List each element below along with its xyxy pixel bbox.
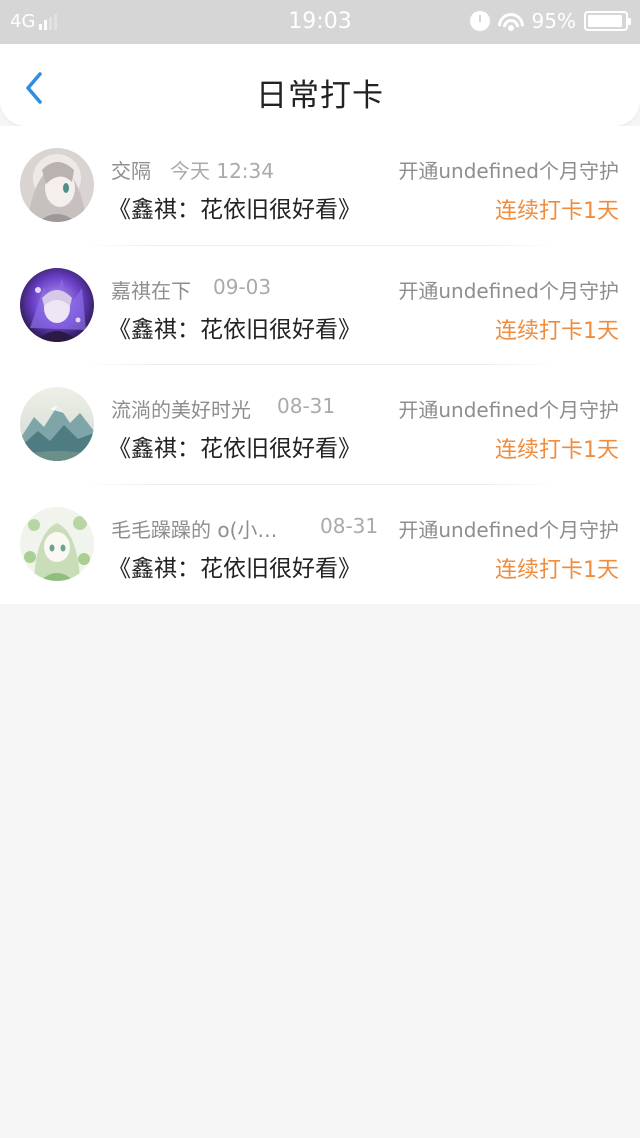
post-time: 08-31: [320, 513, 379, 538]
streak-badge: 连续打卡1天: [495, 557, 619, 583]
avatar[interactable]: [20, 148, 94, 222]
username[interactable]: 毛毛躁躁的 o(小…: [111, 514, 277, 543]
username[interactable]: 嘉祺在下: [111, 275, 191, 304]
wifi-icon: [497, 11, 524, 31]
username[interactable]: 交隔: [111, 155, 151, 184]
guard-text: 开通undefined个月守护: [398, 398, 619, 422]
checkin-content: 《鑫祺：花依旧很好看》: [108, 316, 361, 343]
streak-badge: 连续打卡1天: [495, 438, 619, 463]
post-time: 09-03: [213, 274, 272, 299]
guard-text: 开通undefined个月守护: [398, 278, 619, 303]
page-title: 日常打卡: [256, 78, 384, 114]
list-item[interactable]: 毛毛躁躁的 o(小… 08-31 开通undefined个月守护 《鑫祺：花依旧…: [0, 485, 640, 605]
avatar[interactable]: [20, 387, 94, 461]
checkin-list: 交隔 今天 12:34 开通undefined个月守护 《鑫祺：花依旧很好看》 …: [0, 126, 640, 604]
post-time: 08-31: [277, 394, 336, 418]
guard-text: 开通undefined个月守护: [398, 159, 619, 183]
list-item[interactable]: 流淌的美好时光 08-31 开通undefined个月守护 《鑫祺：花依旧很好看…: [0, 365, 640, 485]
status-right: 95%: [469, 9, 631, 33]
checkin-content: 《鑫祺：花依旧很好看》: [108, 555, 361, 582]
list-item[interactable]: 交隔 今天 12:34 开通undefined个月守护 《鑫祺：花依旧很好看》 …: [0, 126, 640, 246]
checkin-content: 《鑫祺：花依旧很好看》: [108, 436, 361, 462]
username[interactable]: 流淌的美好时光: [111, 394, 251, 423]
list-item[interactable]: 嘉祺在下 09-03 开通undefined个月守护 《鑫祺：花依旧很好看》 连…: [0, 246, 640, 365]
avatar[interactable]: [20, 506, 94, 581]
battery-icon: [584, 11, 631, 31]
streak-badge: 连续打卡1天: [495, 199, 619, 224]
streak-badge: 连续打卡1天: [495, 318, 619, 344]
alarm-icon: [469, 11, 490, 31]
checkin-content: 《鑫祺：花依旧很好看》: [108, 197, 361, 223]
nav-bar: 日常打卡: [0, 44, 640, 126]
guard-text: 开通undefined个月守护: [398, 517, 619, 542]
status-bar: 4G 19:03 95%: [0, 0, 640, 44]
post-time: 今天 12:34: [170, 159, 274, 183]
avatar[interactable]: [20, 267, 94, 342]
battery-percent: 95%: [531, 9, 576, 33]
